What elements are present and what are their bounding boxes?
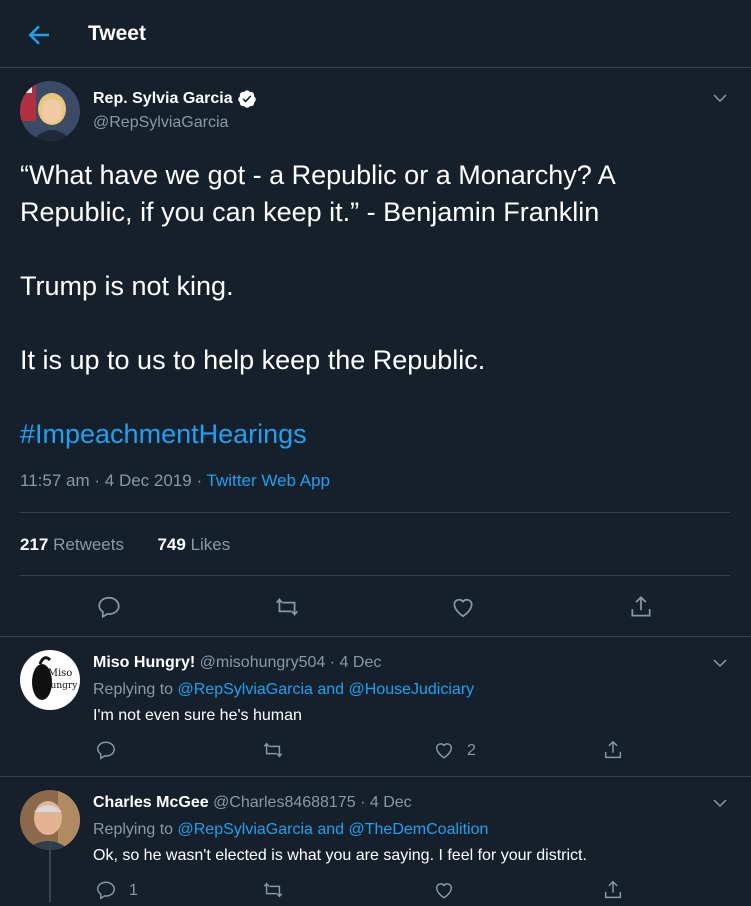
reply-tweet[interactable]: Charles McGee @Charles84688175 · 4 Dec R…: [0, 778, 751, 902]
hashtag-link[interactable]: #ImpeachmentHearings: [20, 416, 720, 453]
reply-author-handle[interactable]: @misohungry504: [200, 654, 326, 671]
tweet-timestamp: 11:57 am · 4 Dec 2019 · Twitter Web App: [20, 471, 331, 490]
svg-text:Hungry: Hungry: [43, 681, 79, 691]
divider: [20, 575, 730, 576]
tweet-stats: 217 Retweets 749 Likes: [20, 535, 230, 555]
tweet-text: “What have we got - a Republic or a Mona…: [20, 157, 720, 490]
reply-count: 1: [129, 882, 138, 899]
like-icon[interactable]: [433, 739, 455, 761]
share-icon[interactable]: [628, 594, 654, 620]
thread-line: [49, 842, 51, 902]
tweet-source-link[interactable]: Twitter Web App: [207, 471, 330, 490]
avatar[interactable]: Miso Hungry: [20, 650, 80, 710]
like-icon[interactable]: [433, 879, 455, 901]
main-tweet: Rep. Sylvia Garcia @RepSylviaGarcia “Wha…: [0, 69, 751, 637]
reply-author-name[interactable]: Miso Hungry!: [93, 654, 195, 671]
chevron-down-icon[interactable]: [711, 654, 729, 672]
reply-text: Ok, so he wasn't elected is what you are…: [93, 847, 587, 864]
reply-author-handle[interactable]: @Charles84688175: [213, 794, 356, 811]
reply-date[interactable]: 4 Dec: [370, 794, 412, 811]
share-icon[interactable]: [602, 739, 624, 761]
reply-header: Charles McGee @Charles84688175 · 4 Dec: [93, 794, 412, 811]
page-title: Tweet: [88, 22, 146, 45]
chevron-down-icon[interactable]: [711, 89, 729, 107]
tweet-paragraph: It is up to us to help keep the Republic…: [20, 345, 486, 375]
avatar[interactable]: [20, 790, 80, 850]
back-arrow-icon[interactable]: [24, 20, 54, 50]
like-count: 2: [467, 742, 476, 759]
likes-stat[interactable]: 749 Likes: [157, 535, 230, 554]
tweet-paragraph: “What have we got - a Republic or a Mona…: [20, 160, 615, 227]
svg-text:Miso: Miso: [48, 668, 73, 679]
top-bar: Tweet: [0, 0, 751, 68]
like-icon[interactable]: [450, 594, 476, 620]
retweets-stat[interactable]: 217 Retweets: [20, 535, 124, 554]
verified-badge-icon: [237, 90, 256, 108]
retweet-icon[interactable]: [262, 739, 284, 761]
tweet-time[interactable]: 11:57 am: [20, 471, 90, 490]
author-handle[interactable]: @RepSylviaGarcia: [93, 114, 228, 132]
share-icon[interactable]: [602, 879, 624, 901]
reply-author-name[interactable]: Charles McGee: [93, 794, 209, 811]
avatar[interactable]: [20, 81, 80, 141]
divider: [20, 512, 730, 513]
author-name[interactable]: Rep. Sylvia Garcia: [93, 89, 257, 109]
tweet-paragraph: Trump is not king.: [20, 271, 234, 301]
retweet-icon[interactable]: [274, 594, 300, 620]
retweet-icon[interactable]: [262, 879, 284, 901]
reply-date[interactable]: 4 Dec: [340, 654, 382, 671]
mention-link[interactable]: @RepSylviaGarcia and @HouseJudiciary: [178, 681, 475, 698]
replying-to: Replying to @RepSylviaGarcia and @HouseJ…: [93, 681, 475, 698]
reply-tweet[interactable]: Miso Hungry Miso Hungry! @misohungry504 …: [0, 638, 751, 777]
tweet-date[interactable]: 4 Dec 2019: [105, 471, 192, 490]
reply-icon[interactable]: [96, 594, 122, 620]
mention-link[interactable]: @RepSylviaGarcia and @TheDemCoalition: [178, 821, 489, 838]
reply-icon[interactable]: [95, 879, 117, 901]
chevron-down-icon[interactable]: [711, 794, 729, 812]
reply-text: I'm not even sure he's human: [93, 707, 302, 724]
reply-header: Miso Hungry! @misohungry504 · 4 Dec: [93, 654, 382, 671]
reply-icon[interactable]: [95, 739, 117, 761]
replying-to: Replying to @RepSylviaGarcia and @TheDem…: [93, 821, 489, 838]
